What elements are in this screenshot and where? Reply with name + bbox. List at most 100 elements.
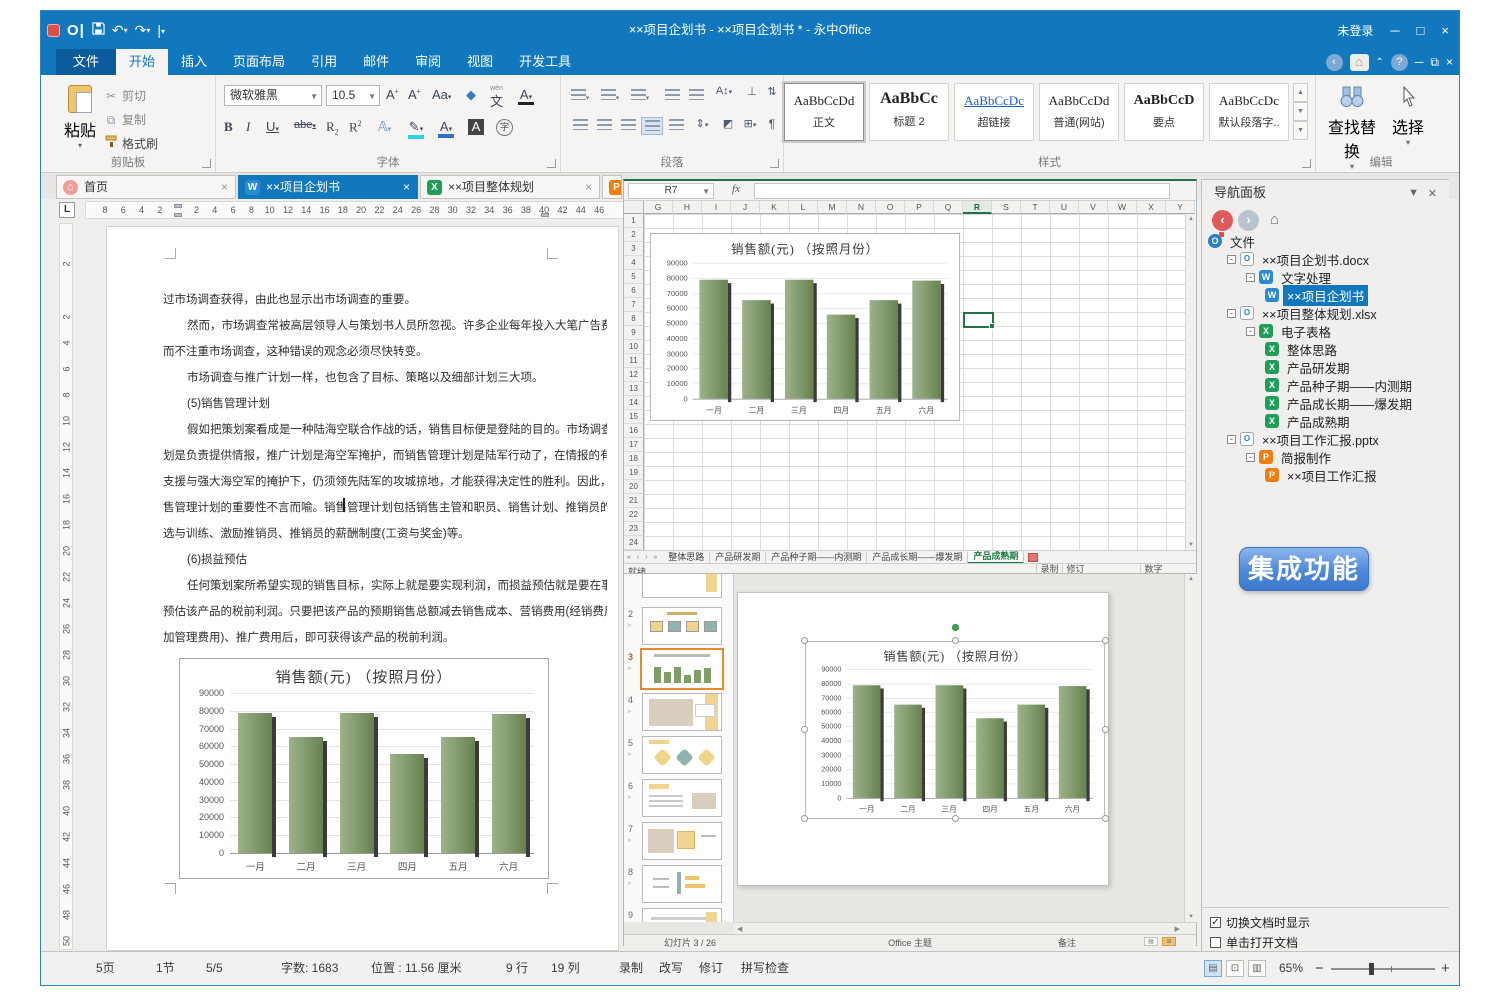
column-header-Y[interactable]: Y — [1166, 201, 1195, 214]
login-status[interactable]: 未登录 — [1337, 22, 1373, 39]
style-card-3[interactable]: AaBbCcDd普通(网站) — [1039, 83, 1119, 141]
column-header-Q[interactable]: Q — [934, 201, 963, 214]
resize-handle[interactable] — [952, 815, 959, 822]
tree-item[interactable]: X产品成熟期 — [1265, 412, 1354, 430]
slide-thumbnail-1[interactable] — [642, 574, 722, 598]
row-header-4[interactable]: 4 — [624, 256, 644, 270]
doc-tab-word[interactable]: W××项目企划书× — [238, 175, 418, 199]
resize-handle[interactable] — [952, 637, 959, 644]
column-header-V[interactable]: V — [1079, 201, 1108, 214]
menu-tab-5[interactable]: 邮件 — [350, 49, 402, 75]
tree-item[interactable]: -O××项目工作汇报.pptx — [1227, 430, 1383, 448]
doc-minimize-icon[interactable]: ─ — [1415, 55, 1424, 69]
slide-thumbnail-5[interactable] — [642, 736, 722, 774]
nav-checkbox-0[interactable]: ✓切换文档时显示 — [1210, 914, 1310, 930]
statusbar-item-5[interactable]: 9 行 — [506, 952, 528, 985]
tree-item[interactable]: O文件 — [1208, 232, 1259, 250]
expand-icon[interactable]: ▹ — [628, 664, 632, 672]
nav-back-icon[interactable]: ‹ — [1212, 210, 1233, 231]
superscript-button[interactable]: R2 — [349, 119, 362, 135]
nav-checkbox-1[interactable]: 单击打开文档 — [1210, 934, 1298, 950]
rotate-handle[interactable] — [952, 624, 959, 631]
right-indent-marker[interactable] — [541, 213, 549, 217]
format-painter-button[interactable]: 格式刷 — [103, 135, 158, 153]
fx-icon[interactable]: fx — [722, 183, 750, 195]
decrease-indent-icon[interactable] — [661, 87, 683, 105]
sort-icon[interactable]: ⇅ — [761, 85, 783, 103]
slide-sorter-icon[interactable]: ⊞ — [1162, 937, 1176, 946]
cut-button[interactable]: ✂剪切 — [103, 87, 146, 105]
doc-tab-ppt[interactable]: P — [602, 175, 622, 199]
menu-tab-7[interactable]: 视图 — [454, 49, 506, 75]
scroll-up-icon[interactable]: ▲ — [1293, 83, 1308, 102]
column-header-T[interactable]: T — [1021, 201, 1050, 214]
tree-item[interactable]: -W文字处理 — [1246, 268, 1335, 286]
row-header-2[interactable]: 2 — [624, 228, 644, 242]
resize-handle[interactable] — [801, 637, 808, 644]
row-header-6[interactable]: 6 — [624, 284, 644, 298]
shrink-font-button[interactable]: A+ — [408, 87, 421, 102]
slide-thumbnail-3[interactable] — [640, 648, 724, 690]
slide-thumbnail-9[interactable] — [642, 908, 722, 922]
collapse-icon[interactable]: - — [1246, 453, 1255, 462]
menu-tab-6[interactable]: 审阅 — [402, 49, 454, 75]
row-header-15[interactable]: 15 — [624, 410, 644, 424]
text-effects-icon[interactable]: 𝔸▾ — [378, 119, 391, 135]
close-icon[interactable]: × — [221, 176, 228, 198]
row-header-17[interactable]: 17 — [624, 438, 644, 452]
tree-item[interactable]: X产品种子期——内测期 — [1265, 376, 1416, 394]
justify-icon[interactable] — [641, 117, 663, 135]
paragraph-mark-icon[interactable]: ¶ — [761, 117, 783, 135]
expand-icon[interactable]: ▹ — [628, 793, 632, 801]
close-icon[interactable]: × — [403, 176, 410, 198]
column-header-N[interactable]: N — [847, 201, 876, 214]
style-gallery-scroll[interactable]: ▲▼▼ — [1293, 83, 1308, 141]
column-header-S[interactable]: S — [992, 201, 1021, 214]
collapse-icon[interactable]: - — [1227, 309, 1236, 318]
column-header-H[interactable]: H — [673, 201, 702, 214]
copy-button[interactable]: ⧉复制 — [103, 111, 146, 129]
borders-icon[interactable]: ⊞▾ — [739, 117, 761, 135]
collapse-ribbon-icon[interactable]: ⌃ — [1376, 57, 1384, 68]
zoom-slider[interactable] — [1331, 968, 1435, 970]
align-right-icon[interactable] — [617, 117, 639, 135]
column-header-M[interactable]: M — [818, 201, 847, 214]
clipboard-dialog-launcher[interactable] — [202, 159, 211, 168]
char-border-icon[interactable]: A▾ — [518, 87, 534, 105]
tree-item[interactable]: X产品成长期——爆发期 — [1265, 394, 1416, 412]
style-card-2[interactable]: AaBbCcDc超链接 — [954, 83, 1034, 141]
slide-thumbnail-7[interactable] — [642, 822, 722, 860]
excel-embedded-chart[interactable]: 销售额(元) （按照月份）900008000070000600005000040… — [650, 233, 960, 421]
column-header-O[interactable]: O — [876, 201, 905, 214]
ppt-embedded-chart[interactable]: 销售额(元) （按照月份）900008000070000600005000040… — [805, 641, 1105, 819]
clear-format-icon[interactable]: ◆ — [466, 87, 476, 103]
char-scale-icon[interactable]: A↕▾ — [713, 85, 735, 103]
menu-tab-8[interactable]: 开发工具 — [506, 49, 584, 75]
statusbar-item-8[interactable]: 改写 — [659, 952, 683, 985]
shading-icon[interactable]: ◩ — [717, 117, 739, 135]
statusbar-item-7[interactable]: 录制 — [619, 952, 643, 985]
sheet-tab-0[interactable]: 整体思路 — [663, 552, 710, 563]
nav-close-icon[interactable]: ✕ — [1428, 187, 1437, 200]
strikethrough-button[interactable]: abe▾ — [294, 119, 316, 131]
multilevel-list-icon[interactable]: ▾ — [629, 87, 651, 105]
statusbar-item-10[interactable]: 拼写检查 — [741, 952, 789, 985]
scroll-down-icon[interactable]: ▼ — [1185, 914, 1197, 920]
style-card-5[interactable]: AaBbCcDc默认段落字.. — [1209, 83, 1289, 141]
paste-dropdown-icon[interactable]: ▾ — [61, 141, 99, 150]
nav-forward-icon[interactable]: › — [1238, 210, 1259, 231]
expand-icon[interactable]: ▹ — [628, 707, 632, 715]
row-header-5[interactable]: 5 — [624, 270, 644, 284]
scroll-left-icon[interactable]: ◀ — [737, 925, 742, 933]
bold-button[interactable]: B — [224, 119, 233, 135]
redo-icon[interactable]: ↷▾ — [135, 22, 151, 39]
style-card-1[interactable]: AaBbCc标题 2 — [869, 83, 949, 141]
row-header-8[interactable]: 8 — [624, 312, 644, 326]
web-view-icon[interactable]: ⊡ — [1226, 960, 1244, 977]
undo-icon[interactable]: ↶▾ — [112, 22, 128, 39]
numbered-list-icon[interactable]: ▾ — [599, 87, 621, 105]
scroll-right-icon[interactable]: ▶ — [1175, 925, 1180, 933]
back-icon[interactable]: ‹ — [1326, 54, 1343, 71]
outline-view-icon[interactable]: ▥ — [1248, 960, 1266, 977]
sheet-nav-icons[interactable]: « ‹ › » — [627, 554, 659, 561]
